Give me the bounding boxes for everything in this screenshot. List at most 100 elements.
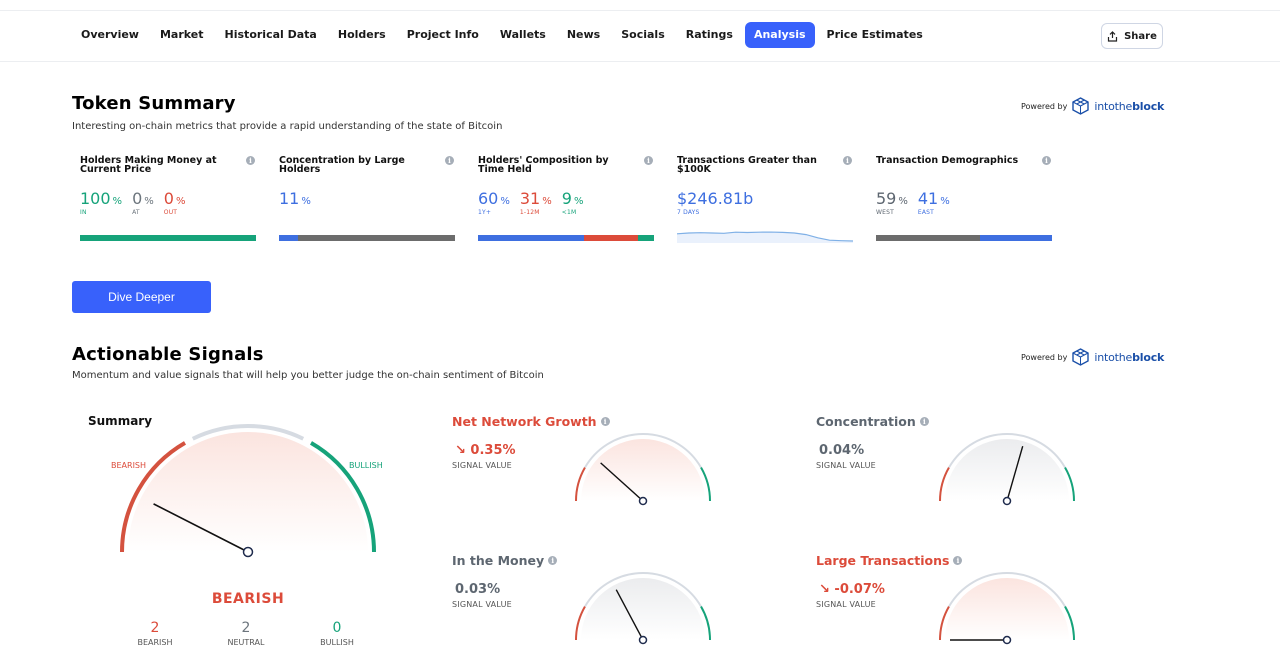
token-summary-title: Token Summary: [72, 93, 236, 114]
share-label: Share: [1124, 30, 1157, 42]
tab-project-info[interactable]: Project Info: [398, 22, 488, 48]
metric-title: Holders Making Money at Current Price: [80, 155, 217, 175]
gauge-face: [581, 578, 705, 640]
summary-title: Summary: [88, 414, 153, 428]
info-icon[interactable]: i: [953, 556, 963, 565]
metric-value: 41% EAST: [917, 189, 950, 217]
metric-value: 0% OUT: [164, 189, 186, 217]
info-icon[interactable]: i: [1042, 156, 1051, 165]
bar-segment: [80, 235, 256, 241]
signal-title: Large Transactions i: [816, 553, 963, 568]
count-value: 2: [241, 620, 251, 636]
metric-value: 11%: [279, 189, 311, 209]
gauge-bearish-label: BEARISH: [111, 461, 147, 470]
signal-value: ↘ 0.35%: [455, 443, 516, 458]
tab-price-estimates[interactable]: Price Estimates: [818, 22, 932, 48]
info-icon[interactable]: i: [919, 417, 929, 426]
tab-list: Overview Market Historical Data Holders Proj…: [72, 22, 935, 48]
metric-card: Concentration by Large Holders i 11%: [279, 156, 455, 246]
metric-value: 59% WEST: [876, 189, 908, 217]
gauge-face: [945, 578, 1069, 640]
metric-value: 9% <1M: [561, 189, 584, 217]
tab-wallets[interactable]: Wallets: [491, 22, 555, 48]
value-label: <1M: [561, 209, 577, 216]
info-icon[interactable]: i: [548, 556, 558, 565]
value-unit: %: [940, 196, 950, 207]
sparkline-area: [677, 232, 853, 243]
tab-divider: [0, 61, 1280, 62]
metric-values: 100% IN 0% AT 0% OUT: [80, 189, 186, 217]
metric-card: Transaction Demographics i 59% WEST 41% EAST: [876, 156, 1052, 246]
tab-analysis[interactable]: Analysis: [744, 22, 815, 48]
metric-values: 59% WEST 41% EAST: [876, 189, 950, 217]
top-divider: [0, 10, 1280, 11]
metric-value: 100% IN: [80, 189, 122, 217]
tab-holders[interactable]: Holders: [329, 22, 395, 48]
value-number: 41: [917, 189, 939, 208]
bar-segment: [478, 235, 584, 241]
intotheblock-logo-icon: [1072, 97, 1090, 115]
sparkline-chart: [676, 231, 854, 243]
value-number: 31: [519, 189, 541, 208]
value-unit: %: [542, 196, 552, 207]
info-icon[interactable]: i: [600, 417, 610, 426]
tab-socials[interactable]: Socials: [612, 22, 674, 48]
powered-by-badge[interactable]: Powered by intotheblock: [1021, 97, 1164, 115]
tab-news[interactable]: News: [558, 22, 609, 48]
value-unit: %: [175, 196, 186, 207]
gauge-pivot: [1002, 635, 1012, 645]
dive-deeper-button[interactable]: Dive Deeper: [72, 281, 211, 313]
info-icon[interactable]: i: [644, 156, 653, 165]
signal-title-text: In the Money: [452, 553, 545, 568]
tab-ratings[interactable]: Ratings: [677, 22, 742, 48]
metric-value: $246.81b 7 DAYS: [677, 189, 755, 217]
info-icon[interactable]: i: [445, 156, 454, 165]
value-number: 0: [132, 189, 143, 208]
info-icon[interactable]: i: [246, 156, 255, 165]
metric-bar: [876, 235, 1052, 241]
summary-verdict: BEARISH: [211, 591, 285, 607]
provider-name-part: block: [1132, 350, 1165, 364]
metric-card: Holders' Composition by Time Held i 60% 1Y+…: [478, 156, 654, 246]
powered-by-label: Powered by: [1021, 352, 1068, 362]
value-label: 7 DAYS: [677, 209, 700, 216]
signal-title: In the Money i: [452, 553, 558, 568]
metric-title: Holders' Composition by Time Held: [478, 155, 609, 175]
gauge-pivot: [1002, 496, 1012, 506]
signal-gauge: [939, 572, 1075, 645]
metric-value: 60% 1Y+: [478, 189, 510, 217]
count-label: NEUTRAL: [227, 638, 265, 647]
provider-name-part: intothe: [1094, 350, 1133, 364]
summary-count: 2 BEARISH: [125, 620, 185, 647]
value-number: 100: [80, 189, 111, 208]
signal-title-text: Net Network Growth: [452, 414, 597, 429]
share-button[interactable]: Share: [1101, 23, 1163, 49]
provider-name-part: intothe: [1094, 99, 1133, 113]
bar-segment: [279, 235, 299, 241]
tab-historical-data[interactable]: Historical Data: [216, 22, 326, 48]
metric-card: Transactions Greater than $100K i $246.81b…: [676, 156, 854, 246]
tab-overview[interactable]: Overview: [72, 22, 148, 48]
metric-bar: [478, 235, 654, 241]
signal-title-text: Concentration: [816, 414, 916, 429]
share-icon: [1107, 30, 1118, 42]
info-icon[interactable]: i: [843, 156, 852, 165]
signal-value: 0.03%: [455, 582, 501, 597]
count-label: BEARISH: [137, 638, 173, 647]
provider-name: intotheblock: [1094, 100, 1164, 113]
gauge-pivot: [242, 546, 254, 558]
summary-count: 0 BULLISH: [307, 620, 367, 647]
tab-market[interactable]: Market: [151, 22, 213, 48]
gauge-pivot: [638, 496, 648, 506]
value-number: 59: [876, 189, 897, 208]
count-label: BULLISH: [320, 638, 354, 647]
metric-values: $246.81b 7 DAYS: [677, 189, 755, 217]
gauge-face: [945, 439, 1069, 501]
powered-by-badge[interactable]: Powered by intotheblock: [1021, 348, 1164, 366]
provider-name: intotheblock: [1094, 351, 1164, 364]
signal-value: ↘ -0.07%: [819, 582, 885, 597]
value-number: 9: [561, 189, 572, 208]
signal-title: Concentration i: [816, 414, 929, 429]
value-number: $246.81b: [677, 189, 754, 208]
count-value: 0: [332, 620, 342, 636]
